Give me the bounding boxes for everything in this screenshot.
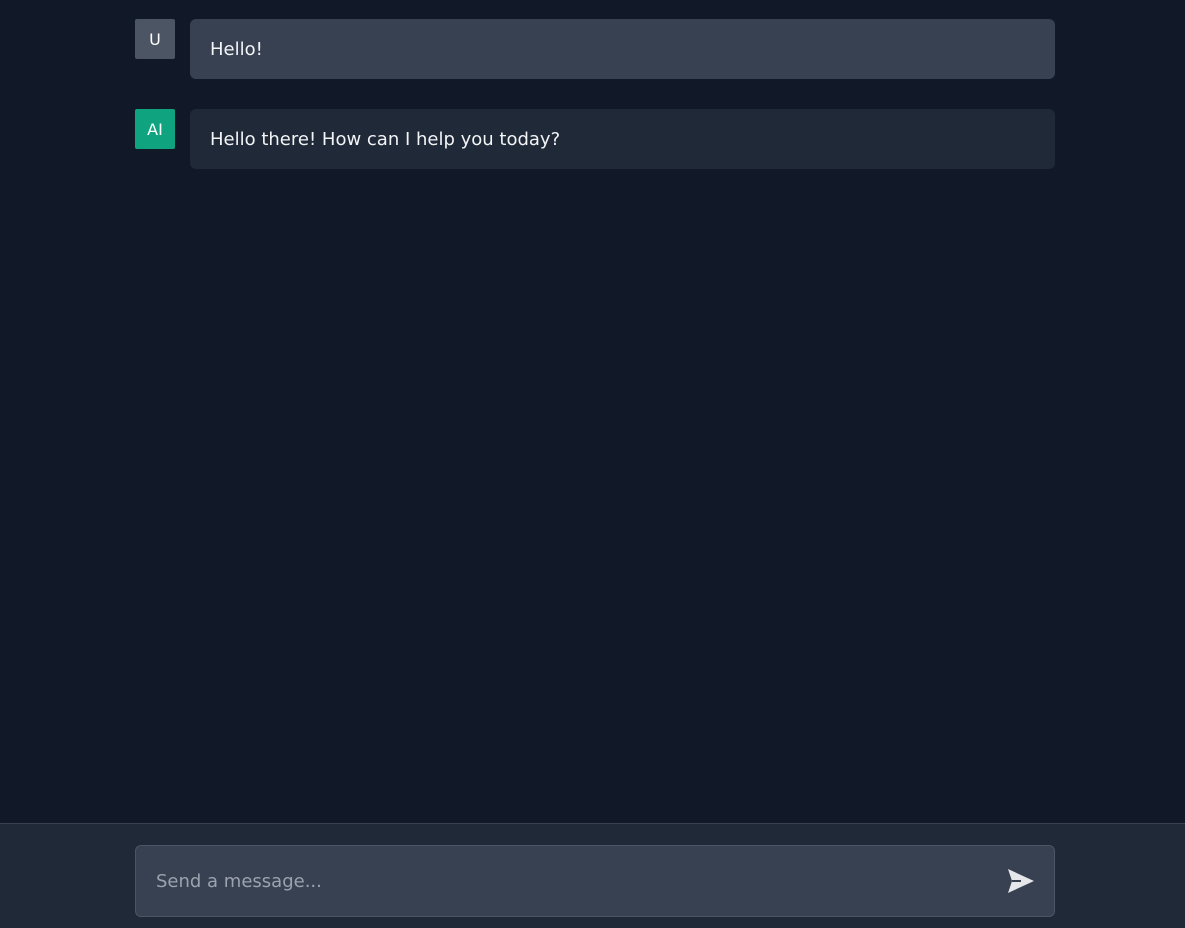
send-icon bbox=[1008, 869, 1034, 893]
composer-bar bbox=[0, 823, 1185, 928]
ai-message: AI Hello there! How can I help you today… bbox=[135, 109, 1055, 169]
message-input-container bbox=[135, 845, 1055, 917]
chat-area: U Hello! AI Hello there! How can I help … bbox=[0, 0, 1185, 823]
message-input[interactable] bbox=[136, 846, 986, 916]
user-message: U Hello! bbox=[135, 19, 1055, 79]
user-message-text: Hello! bbox=[190, 19, 1055, 79]
ai-message-text: Hello there! How can I help you today? bbox=[190, 109, 1055, 169]
send-button[interactable] bbox=[1004, 864, 1038, 898]
ai-avatar: AI bbox=[135, 109, 175, 149]
user-avatar: U bbox=[135, 19, 175, 59]
